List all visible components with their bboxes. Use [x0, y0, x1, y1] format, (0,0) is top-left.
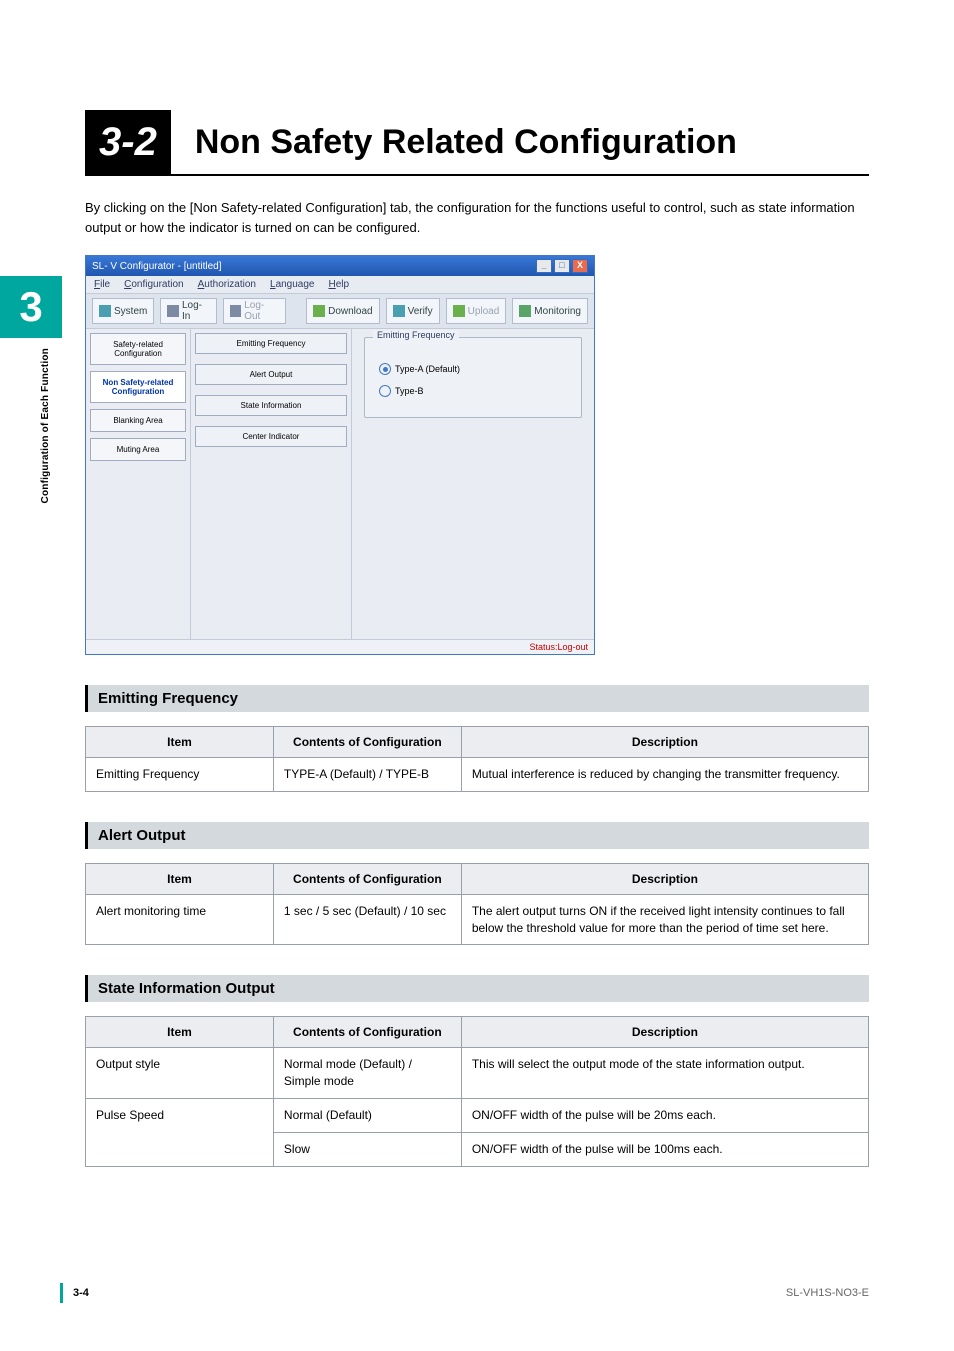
login-icon [167, 305, 179, 317]
menu-authorization[interactable]: Authorization [198, 279, 256, 290]
section-number: 3-2 [85, 110, 171, 174]
th-item: Item [86, 727, 274, 758]
alert-output-table: Item Contents of Configuration Descripti… [85, 863, 869, 946]
radio-dot-icon [379, 385, 391, 397]
nav-safety-related[interactable]: Safety-related Configuration [90, 333, 186, 365]
config-panel: Emitting Frequency Type-A (Default) Type… [352, 329, 594, 639]
th-item: Item [86, 1017, 274, 1048]
cfg-alert-output-button[interactable]: Alert Output [195, 364, 347, 385]
maximize-icon[interactable]: □ [554, 259, 570, 273]
intro-paragraph: By clicking on the [Non Safety-related C… [85, 198, 869, 237]
toolbar-logout-button[interactable]: Log-Out [223, 298, 287, 324]
config-button-column: Emitting Frequency Alert Output State In… [191, 329, 352, 639]
chapter-side-label: Configuration of Each Function [40, 348, 51, 503]
th-contents: Contents of Configuration [273, 1017, 461, 1048]
cell-conf: 1 sec / 5 sec (Default) / 10 sec [273, 894, 461, 945]
system-icon [99, 305, 111, 317]
table-row: Emitting Frequency TYPE-A (Default) / TY… [86, 758, 869, 792]
subsection-state-information-output: State Information Output [85, 975, 869, 1002]
th-description: Description [461, 1017, 868, 1048]
section-title: Non Safety Related Configuration [195, 123, 737, 162]
subsection-emitting-frequency: Emitting Frequency [85, 685, 869, 712]
cell-desc: Mutual interference is reduced by changi… [461, 758, 868, 792]
nav-blanking-area[interactable]: Blanking Area [90, 409, 186, 432]
th-contents: Contents of Configuration [273, 863, 461, 894]
th-description: Description [461, 863, 868, 894]
cell-desc: This will select the output mode of the … [461, 1048, 868, 1099]
cfg-state-information-button[interactable]: State Information [195, 395, 347, 416]
document-code: SL-VH1S-NO3-E [786, 1287, 869, 1299]
radio-dot-icon [379, 363, 391, 375]
cell-desc: ON/OFF width of the pulse will be 100ms … [461, 1132, 868, 1166]
toolbar-monitoring-button[interactable]: Monitoring [512, 298, 588, 324]
page-footer: 3-4 SL-VH1S-NO3-E [60, 1283, 869, 1303]
emitting-frequency-group: Emitting Frequency Type-A (Default) Type… [364, 337, 582, 418]
menu-help[interactable]: Help [329, 279, 350, 290]
download-icon [313, 305, 325, 317]
th-item: Item [86, 863, 274, 894]
nav-muting-area[interactable]: Muting Area [90, 438, 186, 461]
close-icon[interactable]: X [572, 259, 588, 273]
section-header: 3-2 Non Safety Related Configuration [85, 110, 869, 176]
monitoring-icon [519, 305, 531, 317]
menu-language[interactable]: Language [270, 279, 315, 290]
app-menubar: File Configuration Authorization Languag… [86, 276, 594, 294]
radio-type-b[interactable]: Type-B [379, 385, 567, 397]
status-bar: Status:Log-out [86, 639, 594, 654]
cell-item: Emitting Frequency [86, 758, 274, 792]
minimize-icon[interactable]: _ [536, 259, 552, 273]
app-window: SL- V Configurator - [untitled] _ □ X Fi… [85, 255, 595, 655]
menu-file[interactable]: File [94, 279, 110, 290]
th-contents: Contents of Configuration [273, 727, 461, 758]
table-row: Pulse Speed Normal (Default) ON/OFF widt… [86, 1098, 869, 1132]
table-row: Output style Normal mode (Default) / Sim… [86, 1048, 869, 1099]
nav-non-safety-related[interactable]: Non Safety-related Configuration [90, 371, 186, 403]
app-side-nav: Safety-related Configuration Non Safety-… [86, 329, 191, 639]
footer-accent-bar [60, 1283, 63, 1303]
toolbar-upload-button[interactable]: Upload [446, 298, 507, 324]
emitting-frequency-table: Item Contents of Configuration Descripti… [85, 726, 869, 792]
cell-desc: ON/OFF width of the pulse will be 20ms e… [461, 1098, 868, 1132]
toolbar-login-button[interactable]: Log-In [160, 298, 216, 324]
th-description: Description [461, 727, 868, 758]
radio-type-a[interactable]: Type-A (Default) [379, 363, 567, 375]
subsection-alert-output: Alert Output [85, 822, 869, 849]
page-number: 3-4 [73, 1287, 89, 1299]
menu-configuration[interactable]: Configuration [124, 279, 184, 290]
app-title: SL- V Configurator - [untitled] [92, 261, 222, 272]
chapter-number-badge: 3 [0, 276, 62, 338]
cell-conf: Normal mode (Default) / Simple mode [273, 1048, 461, 1099]
app-titlebar: SL- V Configurator - [untitled] _ □ X [86, 256, 594, 276]
cfg-emitting-frequency-button[interactable]: Emitting Frequency [195, 333, 347, 354]
cfg-center-indicator-button[interactable]: Center Indicator [195, 426, 347, 447]
toolbar-system-button[interactable]: System [92, 298, 154, 324]
cell-item: Output style [86, 1048, 274, 1099]
cell-conf: Normal (Default) [273, 1098, 461, 1132]
cell-item: Alert monitoring time [86, 894, 274, 945]
cell-desc: The alert output turns ON if the receive… [461, 894, 868, 945]
upload-icon [453, 305, 465, 317]
cell-item: Pulse Speed [86, 1098, 274, 1166]
toolbar-verify-button[interactable]: Verify [386, 298, 440, 324]
verify-icon [393, 305, 405, 317]
state-information-table: Item Contents of Configuration Descripti… [85, 1016, 869, 1166]
cell-conf: Slow [273, 1132, 461, 1166]
logout-icon [230, 305, 242, 317]
app-toolbar: System Log-In Log-Out Download Verify Up… [86, 294, 594, 329]
table-row: Alert monitoring time 1 sec / 5 sec (Def… [86, 894, 869, 945]
cell-conf: TYPE-A (Default) / TYPE-B [273, 758, 461, 792]
group-title: Emitting Frequency [373, 330, 459, 340]
toolbar-download-button[interactable]: Download [306, 298, 379, 324]
